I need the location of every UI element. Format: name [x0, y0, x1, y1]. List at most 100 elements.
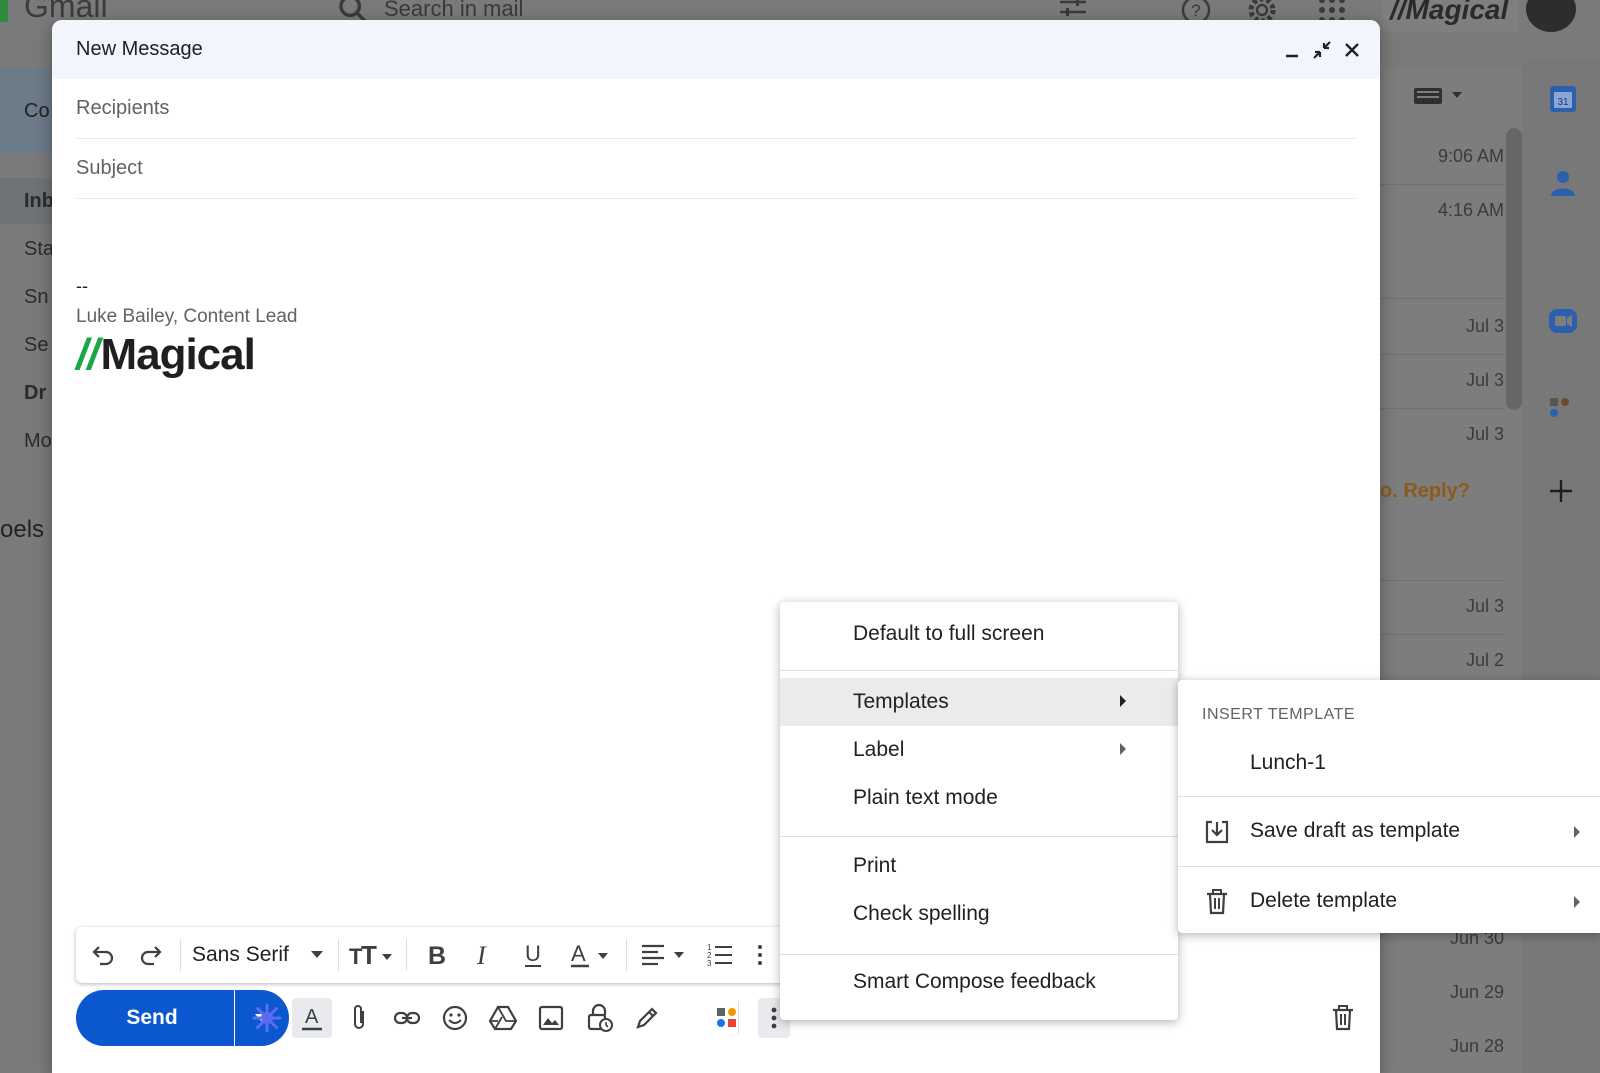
- toolbar-divider: [180, 939, 181, 971]
- minimize-icon[interactable]: [1280, 38, 1304, 62]
- list-scrollbar[interactable]: [1506, 128, 1522, 410]
- row-divider: [1380, 408, 1504, 409]
- signature-name: Luke Bailey, Content Lead: [76, 306, 298, 327]
- insert-link-icon[interactable]: [392, 1003, 422, 1033]
- recipients-input[interactable]: [76, 97, 1276, 120]
- svg-text:I: I: [476, 942, 487, 968]
- menu-item-default-fullscreen[interactable]: Default to full screen: [780, 610, 1178, 658]
- delete-template[interactable]: Delete template: [1178, 874, 1600, 930]
- signature-pen-icon[interactable]: [632, 1003, 662, 1033]
- row-divider: [1380, 634, 1504, 635]
- labels-heading: oels: [0, 516, 45, 543]
- underline-icon[interactable]: U: [522, 941, 544, 969]
- menu-item-check-spelling[interactable]: Check spelling: [780, 890, 1178, 938]
- redo-icon[interactable]: [138, 941, 164, 969]
- email-time: 9:06 AM: [1437, 146, 1504, 166]
- numbered-list-icon[interactable]: 123: [706, 941, 734, 969]
- compose-header: New Message: [52, 20, 1380, 79]
- svg-text:31: 31: [1557, 97, 1569, 108]
- search-input[interactable]: Search in mail: [384, 0, 523, 22]
- ai-sparkle-icon[interactable]: [252, 1003, 282, 1033]
- menu-item-smart-compose-feedback[interactable]: Smart Compose feedback: [780, 958, 1178, 1006]
- chevron-right-icon: [1120, 743, 1126, 755]
- nav-item-sent[interactable]: Se: [24, 334, 48, 357]
- search-options-icon[interactable]: [1058, 0, 1088, 22]
- nav-item-starred[interactable]: Sta: [24, 238, 54, 261]
- email-time: Jul 3: [1465, 370, 1504, 390]
- contacts-icon[interactable]: [1548, 168, 1578, 198]
- align-icon[interactable]: [640, 941, 688, 969]
- add-addon-icon[interactable]: [1548, 478, 1574, 504]
- save-draft-as-template[interactable]: Save draft as template: [1178, 804, 1600, 860]
- row-divider: [1380, 354, 1504, 355]
- svg-text:B: B: [428, 942, 446, 968]
- font-size-icon[interactable]: TT: [348, 941, 394, 969]
- account-logo: //Magical: [1382, 0, 1518, 32]
- nav-item-snoozed[interactable]: Sn: [24, 286, 48, 309]
- svg-text:A: A: [571, 941, 586, 966]
- attach-icon[interactable]: [344, 1003, 374, 1033]
- menu-item-label[interactable]: Label: [780, 726, 1178, 774]
- bulleted-list-icon[interactable]: [756, 941, 768, 969]
- insert-template-heading: INSERT TEMPLATE: [1202, 706, 1356, 723]
- menu-divider: [1178, 796, 1600, 797]
- recipients-field[interactable]: [76, 79, 1356, 139]
- email-time: Jun 28: [1449, 1036, 1504, 1056]
- email-time: Jun 29: [1449, 982, 1504, 1002]
- svg-text:3: 3: [707, 959, 712, 968]
- google-drive-icon[interactable]: [488, 1003, 518, 1033]
- toolbar-divider: [338, 939, 339, 971]
- close-icon[interactable]: [1340, 38, 1364, 62]
- undo-icon[interactable]: [90, 941, 116, 969]
- italic-icon[interactable]: I: [474, 941, 496, 969]
- email-time: Jul 3: [1465, 596, 1504, 616]
- addon-icon[interactable]: [712, 1003, 742, 1033]
- email-time: Jul 3: [1465, 316, 1504, 336]
- compose-title: New Message: [76, 38, 203, 60]
- subject-field[interactable]: [76, 139, 1356, 199]
- calendar-icon[interactable]: 31: [1548, 84, 1578, 114]
- chevron-right-icon: [1120, 695, 1126, 707]
- bold-icon[interactable]: B: [426, 941, 448, 969]
- compose-button[interactable]: Co: [0, 68, 60, 154]
- email-snippet: o. Reply?: [1380, 480, 1471, 502]
- menu-item-templates[interactable]: Templates: [780, 678, 1178, 726]
- menu-item-plain-text[interactable]: Plain text mode: [780, 774, 1178, 822]
- toolbar-divider: [406, 939, 407, 971]
- chevron-down-icon: [310, 951, 323, 958]
- template-item[interactable]: Lunch-1: [1178, 736, 1600, 792]
- subject-input[interactable]: [76, 157, 1276, 180]
- toolbar-divider: [626, 939, 627, 971]
- confidential-mode-icon[interactable]: [584, 1003, 614, 1033]
- menu-item-print[interactable]: Print: [780, 842, 1178, 890]
- menu-divider: [780, 954, 1178, 955]
- save-template-icon: [1204, 819, 1230, 845]
- emoji-icon[interactable]: [440, 1003, 470, 1033]
- menu-divider: [1178, 866, 1600, 867]
- signature-logo: //Magical: [76, 330, 256, 379]
- addon-icon[interactable]: [1548, 396, 1572, 420]
- row-divider: [1380, 184, 1504, 185]
- menu-divider: [780, 836, 1178, 837]
- keyboard-icon[interactable]: [1414, 84, 1466, 106]
- send-button[interactable]: Send: [76, 990, 234, 1046]
- email-time: Jul 3: [1465, 424, 1504, 444]
- menu-divider: [780, 670, 1178, 671]
- svg-text:U: U: [525, 941, 541, 966]
- text-color-icon[interactable]: A: [570, 941, 614, 969]
- nav-item-more[interactable]: Mo: [24, 430, 52, 453]
- email-time: 4:16 AM: [1437, 200, 1504, 220]
- row-divider: [1380, 580, 1504, 581]
- font-family-select[interactable]: Sans Serif: [192, 941, 323, 969]
- nav-item-drafts[interactable]: Dr: [24, 382, 46, 405]
- nav-item-inbox[interactable]: Inb: [24, 190, 54, 213]
- avatar[interactable]: [1526, 0, 1576, 32]
- font-family-label: Sans Serif: [192, 943, 289, 966]
- trash-icon: [1204, 889, 1230, 915]
- more-options-menu: Default to full screen Templates Label P…: [780, 602, 1178, 1020]
- discard-draft-icon[interactable]: [1328, 1003, 1358, 1033]
- zoom-icon[interactable]: [1548, 306, 1578, 336]
- insert-photo-icon[interactable]: [536, 1003, 566, 1033]
- exit-fullscreen-icon[interactable]: [1310, 38, 1334, 62]
- formatting-options-icon[interactable]: A: [292, 998, 332, 1038]
